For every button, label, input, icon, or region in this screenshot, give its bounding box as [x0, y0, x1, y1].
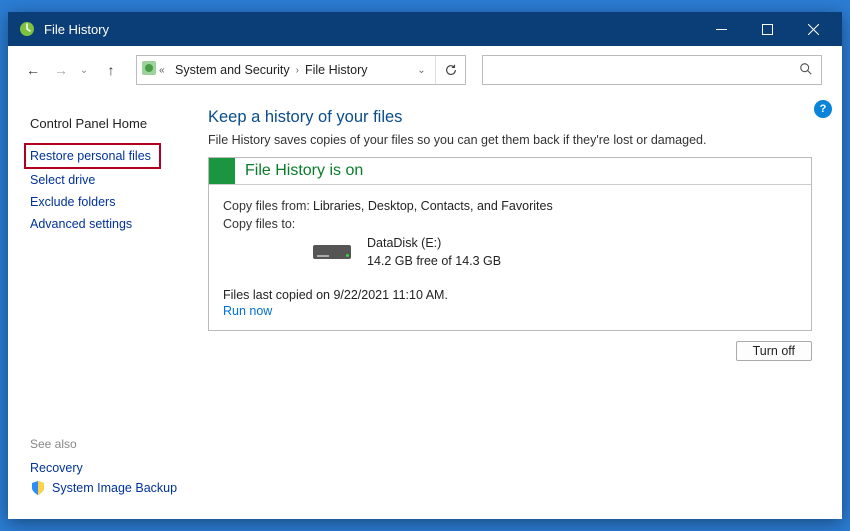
- main-panel: ? Keep a history of your files File Hist…: [198, 94, 842, 519]
- breadcrumb-file-history[interactable]: File History: [303, 63, 370, 77]
- history-dropdown[interactable]: ⌄: [78, 65, 90, 76]
- page-subtext: File History saves copies of your files …: [208, 133, 812, 147]
- sidebar-select-drive[interactable]: Select drive: [30, 169, 95, 191]
- control-panel-home-link[interactable]: Control Panel Home: [30, 112, 147, 135]
- status-indicator-icon: [209, 158, 235, 184]
- navigation-row: ← → ⌄ ↑ « System and Security › File His…: [8, 46, 842, 94]
- refresh-button[interactable]: [435, 56, 465, 84]
- shield-icon: [30, 480, 46, 496]
- search-icon: [799, 62, 813, 79]
- sidebar-recovery[interactable]: Recovery: [30, 457, 83, 479]
- status-title: File History is on: [235, 158, 373, 184]
- copy-from-label: Copy files from:: [223, 199, 313, 213]
- sidebar-exclude-folders[interactable]: Exclude folders: [30, 191, 115, 213]
- forward-button[interactable]: →: [50, 59, 72, 81]
- sidebar-advanced-settings[interactable]: Advanced settings: [30, 213, 132, 235]
- window-title: File History: [44, 22, 698, 37]
- sidebar: Control Panel Home Restore personal file…: [8, 94, 198, 519]
- breadcrumb-separator-icon: ›: [292, 65, 303, 76]
- up-button[interactable]: ↑: [100, 59, 122, 81]
- titlebar[interactable]: File History: [8, 12, 842, 46]
- status-box: File History is on Copy files from: Libr…: [208, 157, 812, 331]
- back-button[interactable]: ←: [22, 59, 44, 81]
- run-now-link[interactable]: Run now: [223, 304, 272, 318]
- drive-free: 14.2 GB free of 14.3 GB: [367, 253, 501, 271]
- drive-icon: [313, 237, 353, 259]
- breadcrumb-system-security[interactable]: System and Security: [173, 63, 292, 77]
- minimize-button[interactable]: [698, 12, 744, 46]
- page-heading: Keep a history of your files: [208, 108, 812, 127]
- search-input[interactable]: [482, 55, 822, 85]
- copy-to-label: Copy files to:: [223, 217, 313, 231]
- drive-name: DataDisk (E:): [367, 235, 501, 253]
- turn-off-button[interactable]: Turn off: [736, 341, 812, 361]
- close-button[interactable]: [790, 12, 836, 46]
- app-icon: [18, 20, 36, 38]
- sidebar-restore-personal-files[interactable]: Restore personal files: [24, 143, 161, 169]
- address-bar[interactable]: « System and Security › File History ⌄: [136, 55, 466, 85]
- last-copied-text: Files last copied on 9/22/2021 11:10 AM.: [223, 288, 797, 302]
- see-also-label: See also: [30, 437, 198, 451]
- recent-chevron-icon[interactable]: «: [159, 65, 165, 76]
- copy-from-value: Libraries, Desktop, Contacts, and Favori…: [313, 199, 797, 213]
- file-history-window: File History ← → ⌄ ↑ « System and Securi…: [8, 12, 842, 519]
- control-panel-icon: [141, 60, 157, 81]
- help-button[interactable]: ?: [814, 100, 832, 118]
- maximize-button[interactable]: [744, 12, 790, 46]
- address-dropdown[interactable]: ⌄: [407, 56, 435, 84]
- sidebar-system-image-backup[interactable]: System Image Backup: [52, 479, 177, 497]
